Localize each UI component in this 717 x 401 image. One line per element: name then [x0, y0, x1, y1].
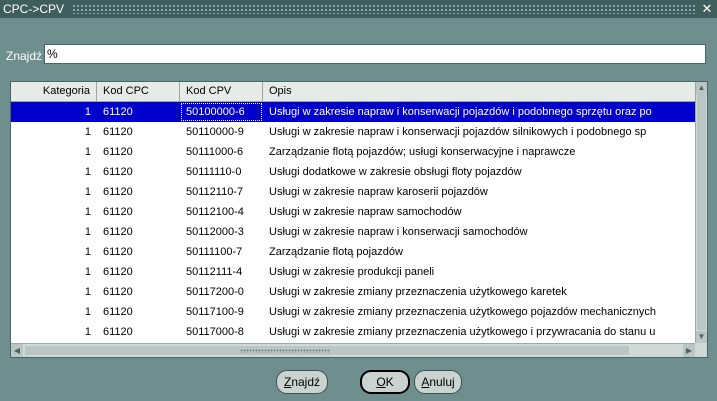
cell-kategoria[interactable]: 1	[11, 222, 97, 242]
cancel-button-label: nuluj	[429, 375, 455, 389]
cell-kod-cpc[interactable]: 61120	[97, 182, 180, 202]
table-row[interactable]: 1 61120 50111000-6 Zarządzanie flotą pojazd…	[11, 142, 695, 162]
ok-button-mnemonic: O	[376, 375, 386, 389]
table-row[interactable]: 1 61120 50100000-6 Usługi w zakresie napraw…	[11, 102, 695, 122]
column-header-kod-cpc[interactable]: Kod CPC	[97, 82, 180, 101]
cell-kategoria[interactable]: 1	[11, 162, 97, 182]
column-header-kod-cpv[interactable]: Kod CPV	[180, 82, 263, 101]
cell-opis[interactable]: Usługi w zakresie napraw karoserii pojaz…	[263, 182, 695, 202]
table-row[interactable]: 1 61120 50112111-4 Usługi w zakresie produk…	[11, 262, 695, 282]
scrollbar-corner	[695, 343, 707, 357]
cell-kod-cpc[interactable]: 61120	[97, 142, 180, 162]
cell-kod-cpc[interactable]: 61120	[97, 102, 180, 122]
find-button-label: najdź	[291, 375, 321, 389]
cell-kategoria[interactable]: 1	[11, 302, 97, 322]
cell-kod-cpc[interactable]: 61120	[97, 262, 180, 282]
scroll-down-icon[interactable]: ▼	[696, 331, 707, 343]
column-header-opis[interactable]: Opis	[263, 82, 695, 101]
find-button[interactable]: Znajdź	[276, 370, 328, 394]
cell-kod-cpv[interactable]: 50117000-8	[180, 322, 263, 342]
column-header-kategoria[interactable]: Kategoria	[11, 82, 97, 101]
table-row[interactable]: 1 61120 50112100-4 Usługi w zakresie napraw…	[11, 202, 695, 222]
table-row[interactable]: 1 61120 50112110-7 Usługi w zakresie napraw…	[11, 182, 695, 202]
cell-kod-cpv[interactable]: 50112111-4	[180, 262, 263, 282]
table-row[interactable]: 1 61120 50117100-9 Usługi w zakresie zmiany…	[11, 302, 695, 322]
search-input[interactable]	[44, 44, 706, 64]
cell-kod-cpc[interactable]: 61120	[97, 222, 180, 242]
table-row[interactable]: 1 61120 50112000-3 Usługi w zakresie napraw…	[11, 222, 695, 242]
title-bar-grip	[72, 4, 697, 14]
search-label: Znajdź	[6, 49, 43, 63]
cell-opis[interactable]: Usługi w zakresie zmiany przeznaczenia u…	[263, 282, 695, 302]
cell-opis[interactable]: Usługi w zakresie napraw i konserwacji s…	[263, 222, 695, 242]
scroll-up-icon[interactable]: ▲	[696, 82, 707, 94]
ok-button[interactable]: OK	[360, 370, 410, 394]
horizontal-scroll-thumb[interactable]	[25, 346, 629, 355]
cell-kategoria[interactable]: 1	[11, 322, 97, 342]
cell-kod-cpv[interactable]: 50117100-9	[180, 302, 263, 322]
vertical-scroll-thumb[interactable]	[697, 94, 706, 330]
cell-opis[interactable]: Usługi w zakresie napraw samochodów	[263, 202, 695, 222]
cell-kod-cpc[interactable]: 61120	[97, 122, 180, 142]
cell-opis[interactable]: Usługi w zakresie napraw i konserwacji p…	[263, 122, 695, 142]
table-row[interactable]: 1 61120 50117200-0 Usługi w zakresie zmiany…	[11, 282, 695, 302]
cell-opis[interactable]: Usługi w zakresie zmiany przeznaczenia u…	[263, 322, 695, 342]
cell-kategoria[interactable]: 1	[11, 102, 97, 122]
cell-opis[interactable]: Zarządzanie flotą pojazdów	[263, 242, 695, 262]
cell-opis[interactable]: Usługi dodatkowe w zakresie obsługi flot…	[263, 162, 695, 182]
cell-kategoria[interactable]: 1	[11, 122, 97, 142]
cell-kod-cpc[interactable]: 61120	[97, 282, 180, 302]
cell-kategoria[interactable]: 1	[11, 242, 97, 262]
cell-kategoria[interactable]: 1	[11, 182, 97, 202]
cell-kod-cpv[interactable]: 50111000-6	[180, 142, 263, 162]
table-body: 1 61120 50100000-6 Usługi w zakresie napraw…	[11, 102, 695, 342]
results-table: Kategoria Kod CPC Kod CPV Opis 1 61120 501…	[10, 81, 708, 358]
ok-button-label: K	[385, 375, 394, 389]
cell-kod-cpv[interactable]: 50112110-7	[180, 182, 263, 202]
cell-kod-cpv[interactable]: 50111100-7	[180, 242, 263, 262]
cell-kod-cpc[interactable]: 61120	[97, 202, 180, 222]
cell-kod-cpv[interactable]: 50117200-0	[180, 282, 263, 302]
cell-kod-cpv[interactable]: 50111110-0	[180, 162, 263, 182]
cell-opis[interactable]: Usługi w zakresie zmiany przeznaczenia u…	[263, 302, 695, 322]
window-title: CPC->CPV	[3, 1, 69, 17]
title-bar[interactable]: CPC->CPV ✕	[0, 0, 717, 18]
cell-kod-cpc[interactable]: 61120	[97, 322, 180, 342]
cell-kategoria[interactable]: 1	[11, 202, 97, 222]
cell-kod-cpv[interactable]: 50112100-4	[180, 202, 263, 222]
table-row[interactable]: 1 61120 50111100-7 Zarządzanie flotą pojazd…	[11, 242, 695, 262]
scroll-grip	[240, 349, 330, 353]
cell-kod-cpc[interactable]: 61120	[97, 302, 180, 322]
cell-opis[interactable]: Zarządzanie flotą pojazdów; usługi konse…	[263, 142, 695, 162]
cell-kod-cpv[interactable]: 50110000-9	[180, 122, 263, 142]
scroll-right-icon[interactable]: ▶	[683, 344, 695, 357]
table-row[interactable]: 1 61120 50117000-8 Usługi w zakresie zmiany…	[11, 322, 695, 342]
cell-kod-cpc[interactable]: 61120	[97, 242, 180, 262]
cell-kategoria[interactable]: 1	[11, 262, 97, 282]
cell-kod-cpv[interactable]: 50112000-3	[180, 222, 263, 242]
horizontal-scrollbar[interactable]: ◀ ▶	[11, 343, 695, 357]
close-icon[interactable]: ✕	[700, 0, 714, 18]
table-row[interactable]: 1 61120 50110000-9 Usługi w zakresie napraw…	[11, 122, 695, 142]
cell-opis[interactable]: Usługi w zakresie produkcji paneli	[263, 262, 695, 282]
cell-kod-cpv[interactable]: 50100000-6	[180, 102, 263, 122]
table-header: Kategoria Kod CPC Kod CPV Opis	[11, 82, 695, 102]
cancel-button[interactable]: Anuluj	[414, 370, 462, 394]
cell-kategoria[interactable]: 1	[11, 142, 97, 162]
cell-kategoria[interactable]: 1	[11, 282, 97, 302]
scroll-left-icon[interactable]: ◀	[11, 344, 23, 357]
table-row[interactable]: 1 61120 50111110-0 Usługi dodatkowe w zakre…	[11, 162, 695, 182]
cell-kod-cpc[interactable]: 61120	[97, 162, 180, 182]
vertical-scrollbar[interactable]: ▲ ▼	[695, 82, 707, 343]
cell-opis[interactable]: Usługi w zakresie napraw i konserwacji p…	[263, 102, 695, 122]
